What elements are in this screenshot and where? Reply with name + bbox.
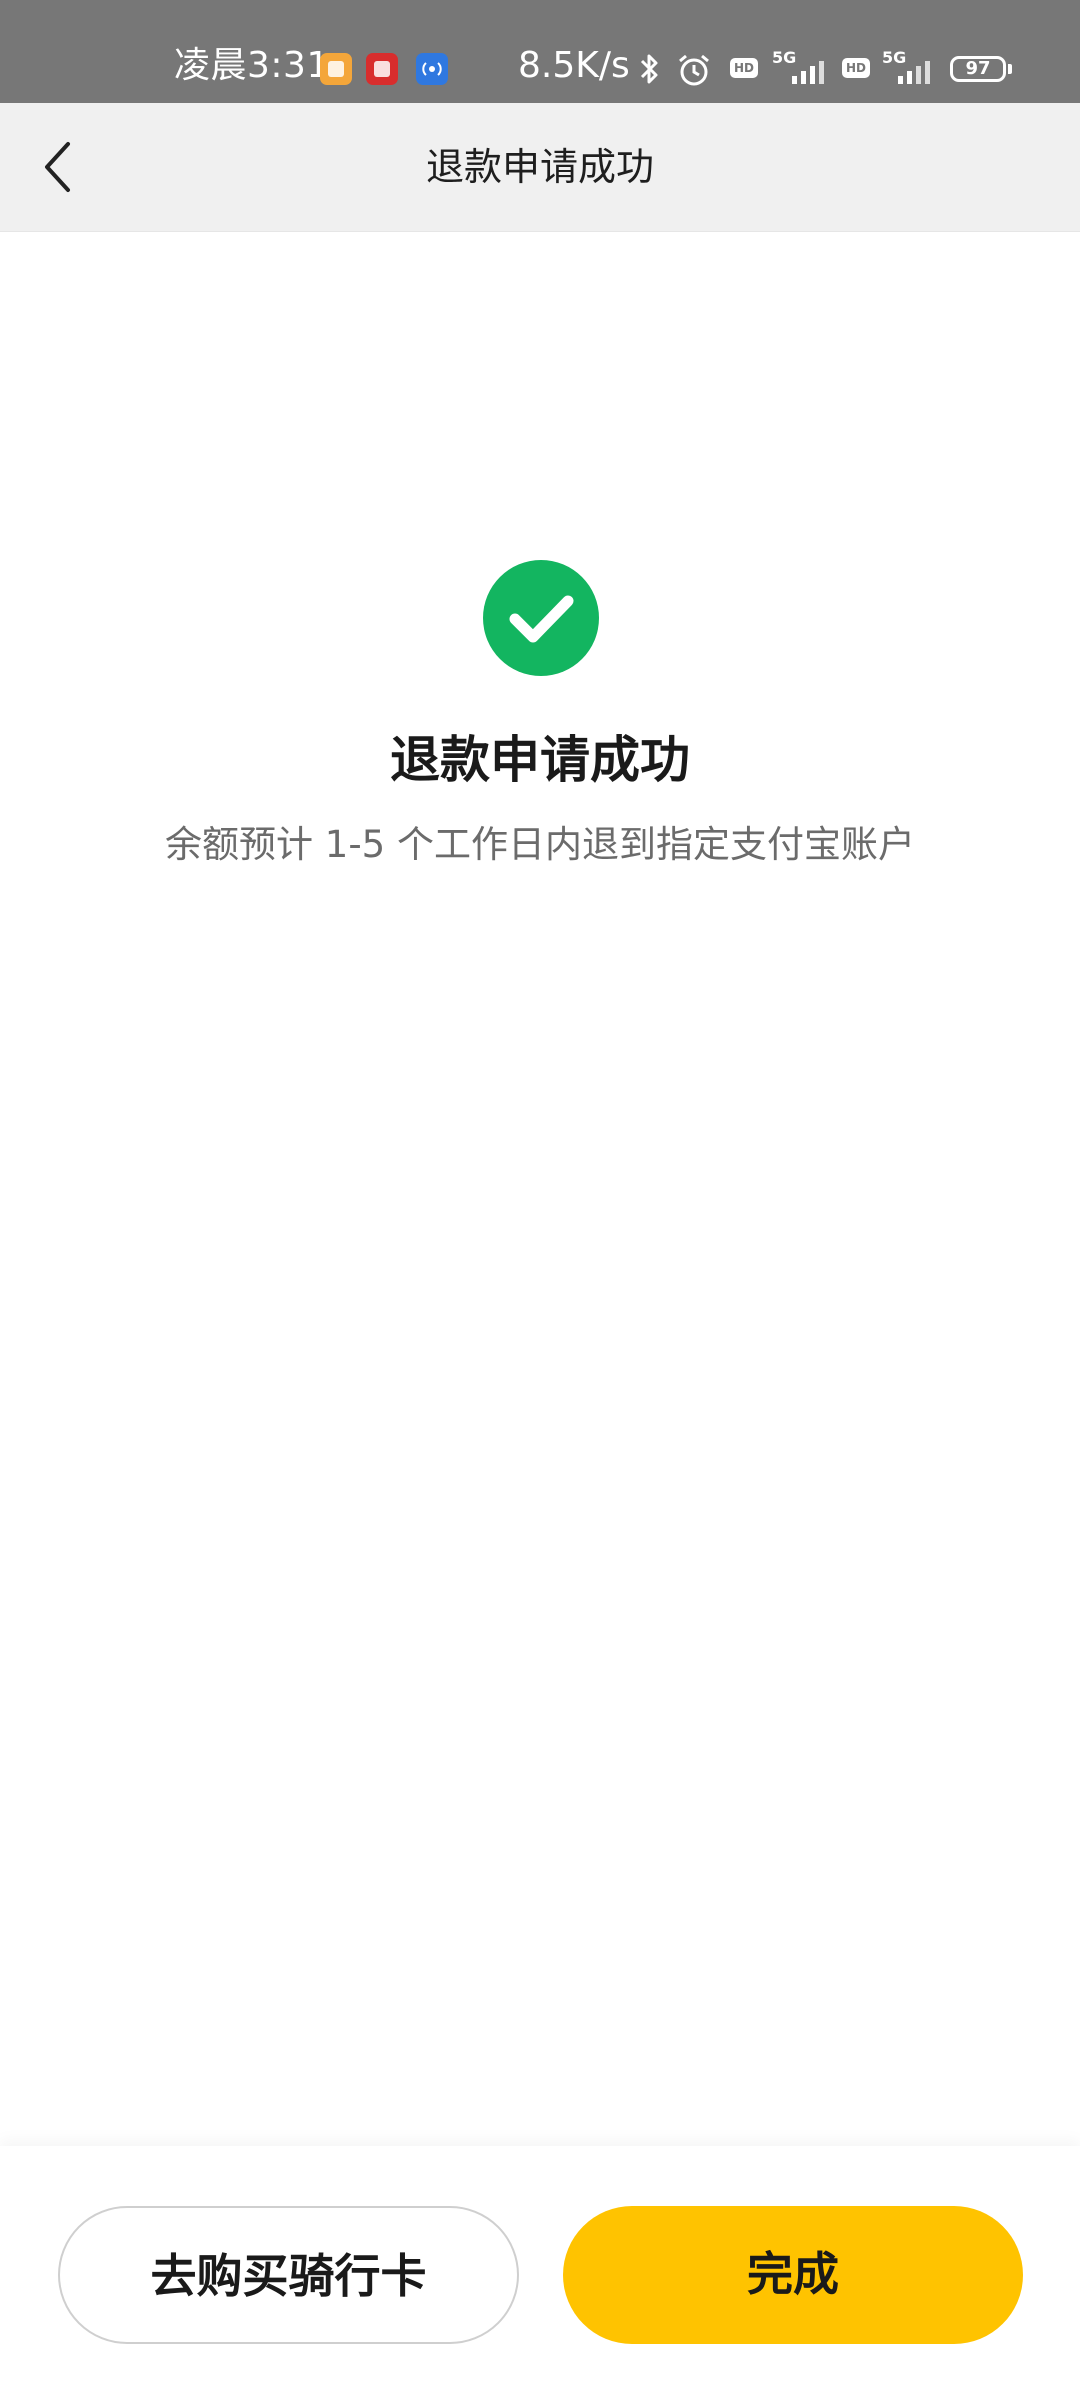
signal-icon-2: [898, 61, 930, 84]
battery-tip: [1008, 64, 1012, 74]
status-time: 凌晨3:31: [174, 45, 330, 86]
bottom-action-bar: 去购买骑行卡 完成: [0, 2146, 1080, 2400]
buy-riding-card-button[interactable]: 去购买骑行卡: [58, 2206, 519, 2344]
network-speed: 8.5K/s: [518, 45, 630, 86]
status-bar: 凌晨3:31 8.5K/s HD 5G HD 5G 97: [0, 0, 1080, 103]
signal-icon: [792, 61, 824, 84]
done-button[interactable]: 完成: [563, 2206, 1023, 2344]
bluetooth-icon: [640, 54, 658, 84]
nav-bar: 退款申请成功: [0, 103, 1080, 232]
hd-icon-2: HD: [842, 58, 870, 78]
broadcast-app-icon: [416, 53, 448, 85]
result-title: 退款申请成功: [390, 731, 690, 789]
battery-level: 97: [965, 58, 991, 79]
back-button[interactable]: [20, 127, 100, 207]
red-app-icon: [366, 53, 398, 85]
notification-app-icon: [320, 53, 352, 85]
hd-icon: HD: [730, 58, 758, 78]
page-title: 退款申请成功: [425, 145, 654, 189]
alarm-icon: [679, 54, 709, 86]
chevron-left-icon: [45, 142, 70, 192]
success-check-icon: [483, 560, 599, 676]
result-description: 余额预计 1-5 个工作日内退到指定支付宝账户: [165, 823, 915, 866]
